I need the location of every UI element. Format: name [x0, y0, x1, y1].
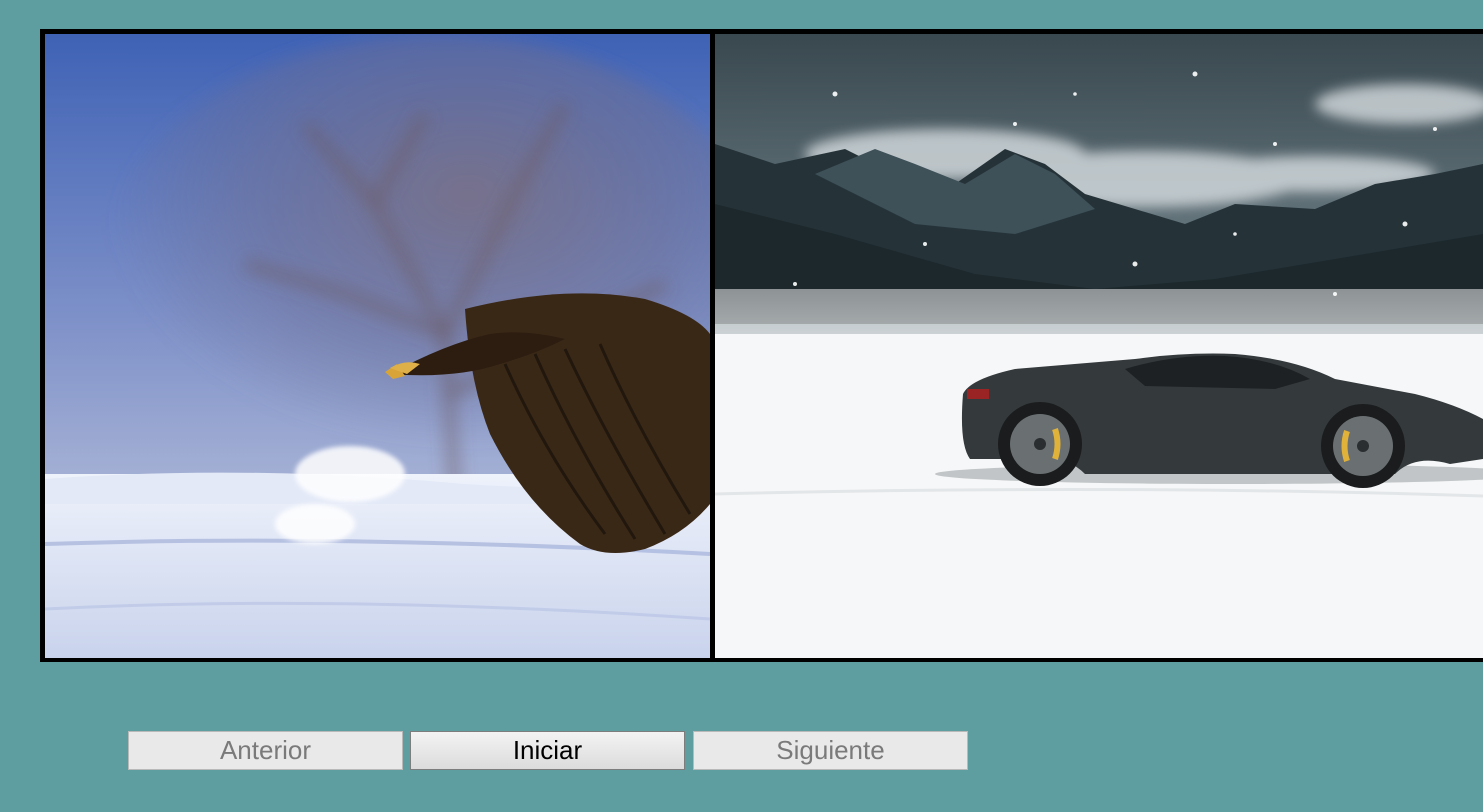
eagle-photo	[45, 34, 710, 658]
slide-image-eagle	[45, 34, 710, 658]
previous-button[interactable]: Anterior	[128, 731, 403, 770]
car-photo	[715, 34, 1483, 658]
slide-image-car	[715, 34, 1483, 658]
start-button[interactable]: Iniciar	[410, 731, 685, 770]
slideshow-frame	[40, 29, 1483, 662]
next-button[interactable]: Siguiente	[693, 731, 968, 770]
